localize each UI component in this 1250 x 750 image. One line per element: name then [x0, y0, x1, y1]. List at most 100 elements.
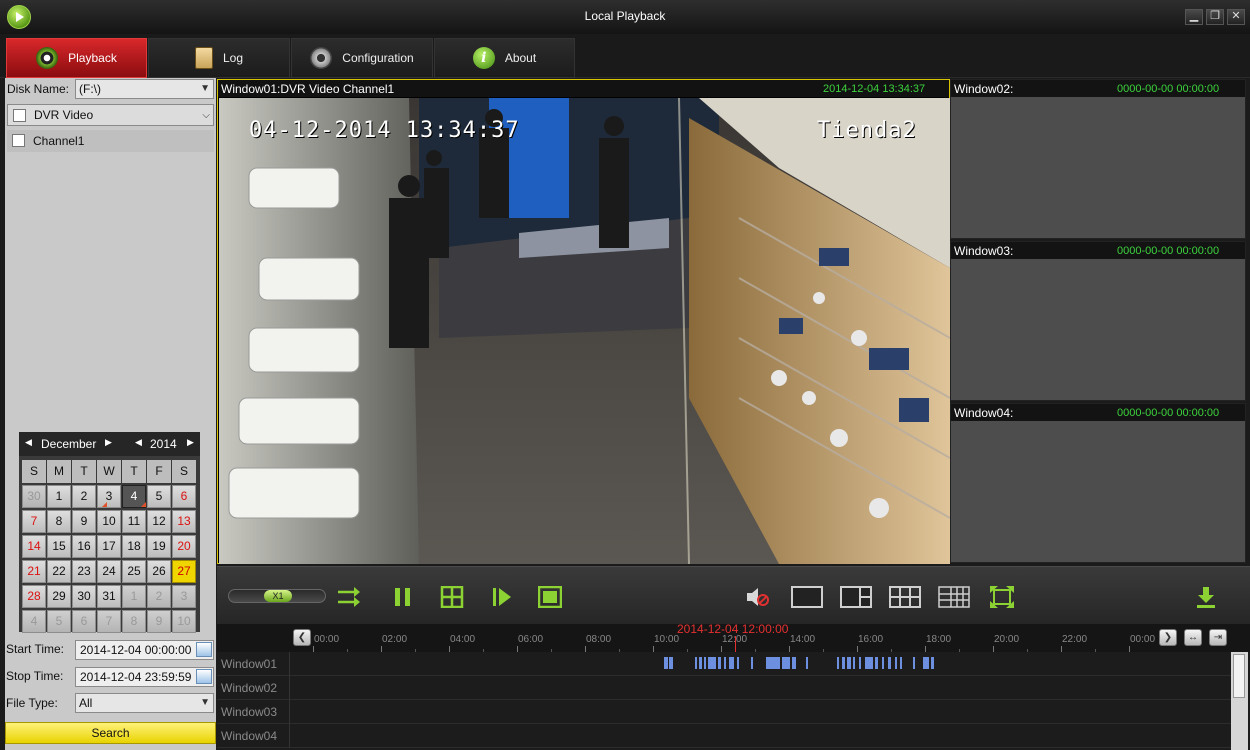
recording-segment[interactable] [669, 657, 673, 669]
timeline-row[interactable]: Window03 [217, 700, 1231, 724]
recording-segment[interactable] [751, 657, 753, 669]
calendar-day[interactable]: 5 [147, 485, 171, 508]
calendar-day[interactable]: 8 [122, 610, 146, 633]
recording-segment[interactable] [708, 657, 716, 669]
recording-segment[interactable] [842, 657, 845, 669]
speed-slider-knob[interactable]: X1 [264, 590, 292, 602]
tab-playback[interactable]: Playback [6, 38, 147, 78]
calendar-icon[interactable] [196, 642, 212, 657]
recording-segment[interactable] [792, 657, 796, 669]
prev-month-button[interactable]: ◀ [25, 437, 32, 448]
next-year-button[interactable]: ▶ [187, 437, 194, 448]
recording-segment[interactable] [913, 657, 915, 669]
playback-timeline[interactable]: ❮ 00:0002:0004:0006:0008:0010:0012:0014:… [217, 622, 1250, 750]
recording-segment[interactable] [859, 657, 861, 669]
timeline-row[interactable]: Window04 [217, 724, 1231, 748]
channel-row[interactable]: Channel1 [7, 130, 214, 152]
calendar-day[interactable]: 15 [47, 535, 71, 558]
calendar-day[interactable]: 2 [72, 485, 96, 508]
calendar-day[interactable]: 19 [147, 535, 171, 558]
calendar-day[interactable]: 23 [72, 560, 96, 583]
file-type-select[interactable]: All ▼ [75, 693, 214, 713]
calendar-day[interactable]: 10 [172, 610, 196, 633]
timeline-zoom-out-button[interactable]: ⇥ [1209, 629, 1227, 646]
recording-segment[interactable] [847, 657, 851, 669]
calendar-day[interactable]: 9 [72, 510, 96, 533]
calendar-day[interactable]: 13 [172, 510, 196, 533]
start-time-field[interactable]: 2014-12-04 00:00:00 [75, 640, 214, 660]
close-button[interactable]: ✕ [1227, 9, 1245, 25]
video-window-2[interactable]: Window02: 0000-00-00 00:00:00 [950, 79, 1246, 239]
recording-segment[interactable] [900, 657, 902, 669]
calendar-day[interactable]: 4 [122, 485, 146, 508]
calendar-day[interactable]: 24 [97, 560, 121, 583]
recording-segment[interactable] [704, 657, 706, 669]
layout-1-icon[interactable] [791, 586, 823, 608]
calendar-icon[interactable] [196, 669, 212, 684]
recording-segment[interactable] [895, 657, 897, 669]
recording-segment[interactable] [729, 657, 734, 669]
calendar-day[interactable]: 25 [122, 560, 146, 583]
recording-segment[interactable] [695, 657, 697, 669]
recording-segment[interactable] [837, 657, 839, 669]
calendar-day[interactable]: 3 [172, 585, 196, 608]
calendar-day[interactable]: 2 [147, 585, 171, 608]
calendar-day[interactable]: 1 [122, 585, 146, 608]
recording-segment[interactable] [923, 657, 929, 669]
search-button[interactable]: Search [5, 722, 216, 744]
tab-log[interactable]: Log [148, 38, 290, 78]
calendar-day[interactable]: 26 [147, 560, 171, 583]
video-window-4[interactable]: Window04: 0000-00-00 00:00:00 [950, 403, 1246, 563]
timeline-row[interactable]: Window02 [217, 676, 1231, 700]
restore-button[interactable]: ❐ [1206, 9, 1224, 25]
video-window-1[interactable]: Window01:DVR Video Channel1 2014-12-04 1… [217, 79, 950, 564]
fullscreen-icon[interactable] [990, 586, 1014, 608]
calendar-day[interactable]: 4 [22, 610, 46, 633]
layout-multi-icon[interactable] [938, 586, 970, 608]
calendar-day[interactable]: 30 [72, 585, 96, 608]
mute-icon[interactable] [745, 586, 769, 608]
calendar-day[interactable]: 1 [47, 485, 71, 508]
calendar-day[interactable]: 11 [122, 510, 146, 533]
recording-segment[interactable] [865, 657, 873, 669]
calendar-day[interactable]: 20 [172, 535, 196, 558]
calendar-day[interactable]: 31 [97, 585, 121, 608]
calendar-day[interactable]: 18 [122, 535, 146, 558]
prev-year-button[interactable]: ◀ [135, 437, 142, 448]
stop-time-field[interactable]: 2014-12-04 23:59:59 [75, 667, 214, 687]
channel-checkbox[interactable] [12, 134, 25, 147]
calendar-day[interactable]: 9 [147, 610, 171, 633]
stop-all-icon[interactable] [538, 586, 562, 608]
timeline-ruler[interactable]: ❮ 00:0002:0004:0006:0008:0010:0012:0014:… [217, 622, 1250, 652]
recording-segment[interactable] [888, 657, 891, 669]
disk-select[interactable]: (F:\) ▼ [75, 79, 214, 99]
recording-segment[interactable] [882, 657, 884, 669]
timeline-scrollbar-thumb[interactable] [1233, 654, 1245, 698]
calendar-day[interactable]: 10 [97, 510, 121, 533]
tab-configuration[interactable]: Configuration [291, 38, 433, 78]
recording-segment[interactable] [699, 657, 702, 669]
speed-slider[interactable]: X1 [228, 589, 326, 603]
tab-about[interactable]: i About [434, 38, 575, 78]
calendar-day[interactable]: 7 [22, 510, 46, 533]
recording-segment[interactable] [875, 657, 878, 669]
video-type-select[interactable]: DVR Video ⌵ [7, 104, 214, 126]
calendar-day[interactable]: 12 [147, 510, 171, 533]
recording-segment[interactable] [724, 657, 726, 669]
calendar-day[interactable]: 3 [97, 485, 121, 508]
calendar-day[interactable]: 27 [172, 560, 196, 583]
video-window-3[interactable]: Window03: 0000-00-00 00:00:00 [950, 241, 1246, 401]
recording-segment[interactable] [806, 657, 808, 669]
calendar-day[interactable]: 30 [22, 485, 46, 508]
layout-grid-icon[interactable] [889, 586, 921, 608]
calendar-day[interactable]: 5 [47, 610, 71, 633]
speed-adjust-icon[interactable] [337, 586, 361, 608]
calendar-day[interactable]: 7 [97, 610, 121, 633]
calendar-day[interactable]: 14 [22, 535, 46, 558]
calendar-day[interactable]: 17 [97, 535, 121, 558]
recording-segment[interactable] [853, 657, 855, 669]
calendar-day[interactable]: 6 [72, 610, 96, 633]
calendar-day[interactable]: 8 [47, 510, 71, 533]
minimize-button[interactable]: ▁ [1185, 9, 1203, 25]
recording-segment[interactable] [718, 657, 721, 669]
